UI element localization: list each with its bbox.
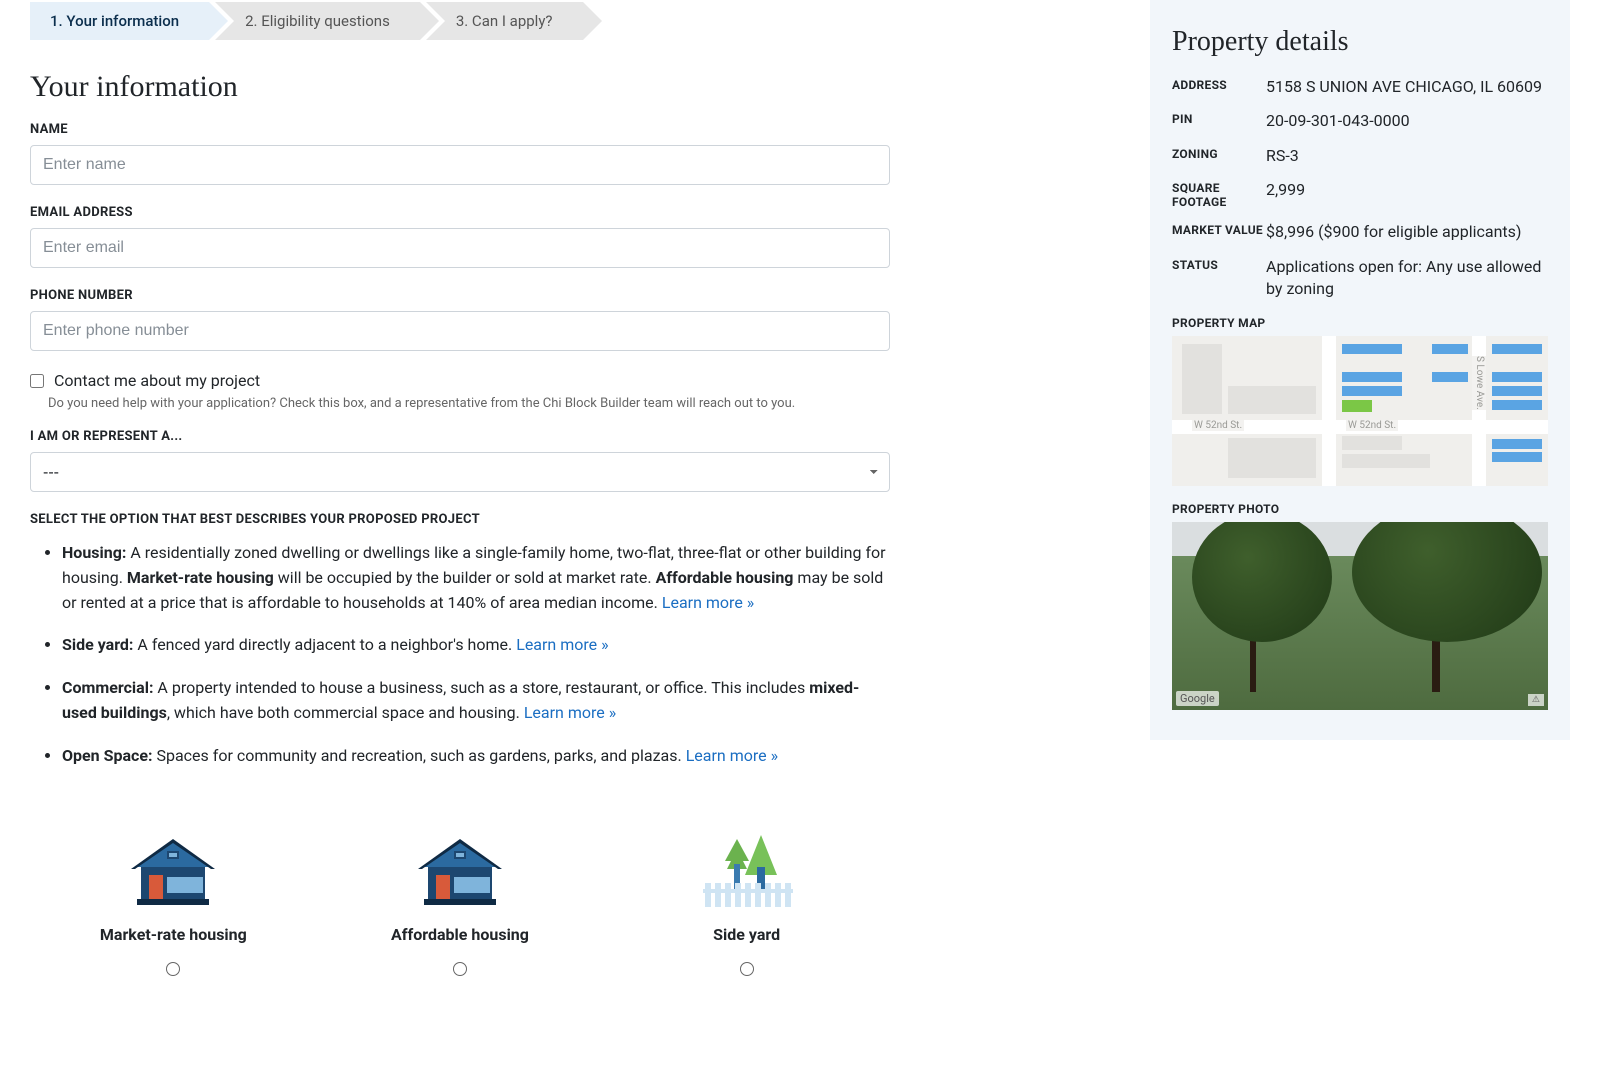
desc-sideyard: Side yard: A fenced yard directly adjace… (62, 633, 890, 658)
address-value: 5158 S UNION AVE CHICAGO, IL 60609 (1266, 76, 1548, 98)
desc-housing: Housing: A residentially zoned dwelling … (62, 541, 890, 615)
sidebar-title: Property details (1172, 26, 1548, 58)
learn-more-housing[interactable]: Learn more » (662, 593, 754, 612)
pin-label: PIN (1172, 110, 1266, 126)
learn-more-sideyard[interactable]: Learn more » (516, 635, 608, 654)
address-label: ADDRESS (1172, 76, 1266, 92)
map-section-label: PROPERTY MAP (1172, 316, 1548, 330)
pin-value: 20-09-301-043-0000 (1266, 110, 1548, 132)
property-details-panel: Property details ADDRESS5158 S UNION AVE… (1150, 0, 1570, 740)
zoning-value: RS-3 (1266, 145, 1548, 167)
sqft-value: 2,999 (1266, 179, 1548, 201)
option-label: Affordable housing (391, 925, 529, 944)
report-link[interactable]: ⚠ (1528, 694, 1544, 706)
option-radio[interactable] (453, 962, 467, 976)
property-photo[interactable]: Google ⚠ (1172, 522, 1548, 710)
zoning-label: ZONING (1172, 145, 1266, 161)
option-affordable[interactable]: Affordable housing (360, 809, 560, 976)
desc-openspace: Open Space: Spaces for community and rec… (62, 744, 890, 769)
project-option-grid: Market-rate housing (30, 809, 890, 976)
status-value: Applications open for: Any use allowed b… (1266, 256, 1548, 301)
learn-more-commercial[interactable]: Learn more » (524, 703, 616, 722)
house-icon (400, 809, 520, 909)
learn-more-openspace[interactable]: Learn more » (686, 746, 778, 765)
phone-input[interactable] (30, 311, 890, 351)
represent-label: I AM OR REPRESENT A... (30, 429, 890, 444)
proposed-label: SELECT THE OPTION THAT BEST DESCRIBES YO… (30, 512, 890, 527)
google-watermark: Google (1176, 691, 1219, 706)
option-market-rate[interactable]: Market-rate housing (73, 809, 273, 976)
contact-checkbox-label: Contact me about my project (54, 371, 260, 390)
option-label: Side yard (713, 925, 780, 944)
page-title: Your information (30, 70, 890, 104)
contact-checkbox[interactable] (30, 374, 44, 388)
sqft-label: SQUARE FOOTAGE (1172, 179, 1266, 209)
step-3[interactable]: 3. Can I apply? (426, 2, 583, 40)
email-input[interactable] (30, 228, 890, 268)
contact-helptext: Do you need help with your application? … (48, 396, 890, 411)
house-icon (113, 809, 233, 909)
property-map[interactable]: W 52nd St. W 52nd St. S Lowe Ave. (1172, 336, 1548, 486)
project-descriptions: Housing: A residentially zoned dwelling … (30, 541, 890, 769)
photo-section-label: PROPERTY PHOTO (1172, 502, 1548, 516)
trees-fence-icon (687, 809, 807, 909)
mv-value: $8,996 ($900 for eligible applicants) (1266, 221, 1548, 243)
step-1[interactable]: 1. Your information (30, 2, 209, 40)
step-2[interactable]: 2. Eligibility questions (215, 2, 420, 40)
email-label: EMAIL ADDRESS (30, 205, 890, 220)
name-label: NAME (30, 122, 890, 137)
status-label: STATUS (1172, 256, 1266, 272)
option-side-yard[interactable]: Side yard (647, 809, 847, 976)
option-label: Market-rate housing (100, 925, 247, 944)
progress-stepper: 1. Your information 2. Eligibility quest… (30, 2, 870, 40)
option-radio[interactable] (166, 962, 180, 976)
represent-select[interactable]: --- (30, 452, 890, 492)
desc-commercial: Commercial: A property intended to house… (62, 676, 890, 726)
phone-label: PHONE NUMBER (30, 288, 890, 303)
mv-label: MARKET VALUE (1172, 221, 1266, 237)
name-input[interactable] (30, 145, 890, 185)
option-radio[interactable] (740, 962, 754, 976)
